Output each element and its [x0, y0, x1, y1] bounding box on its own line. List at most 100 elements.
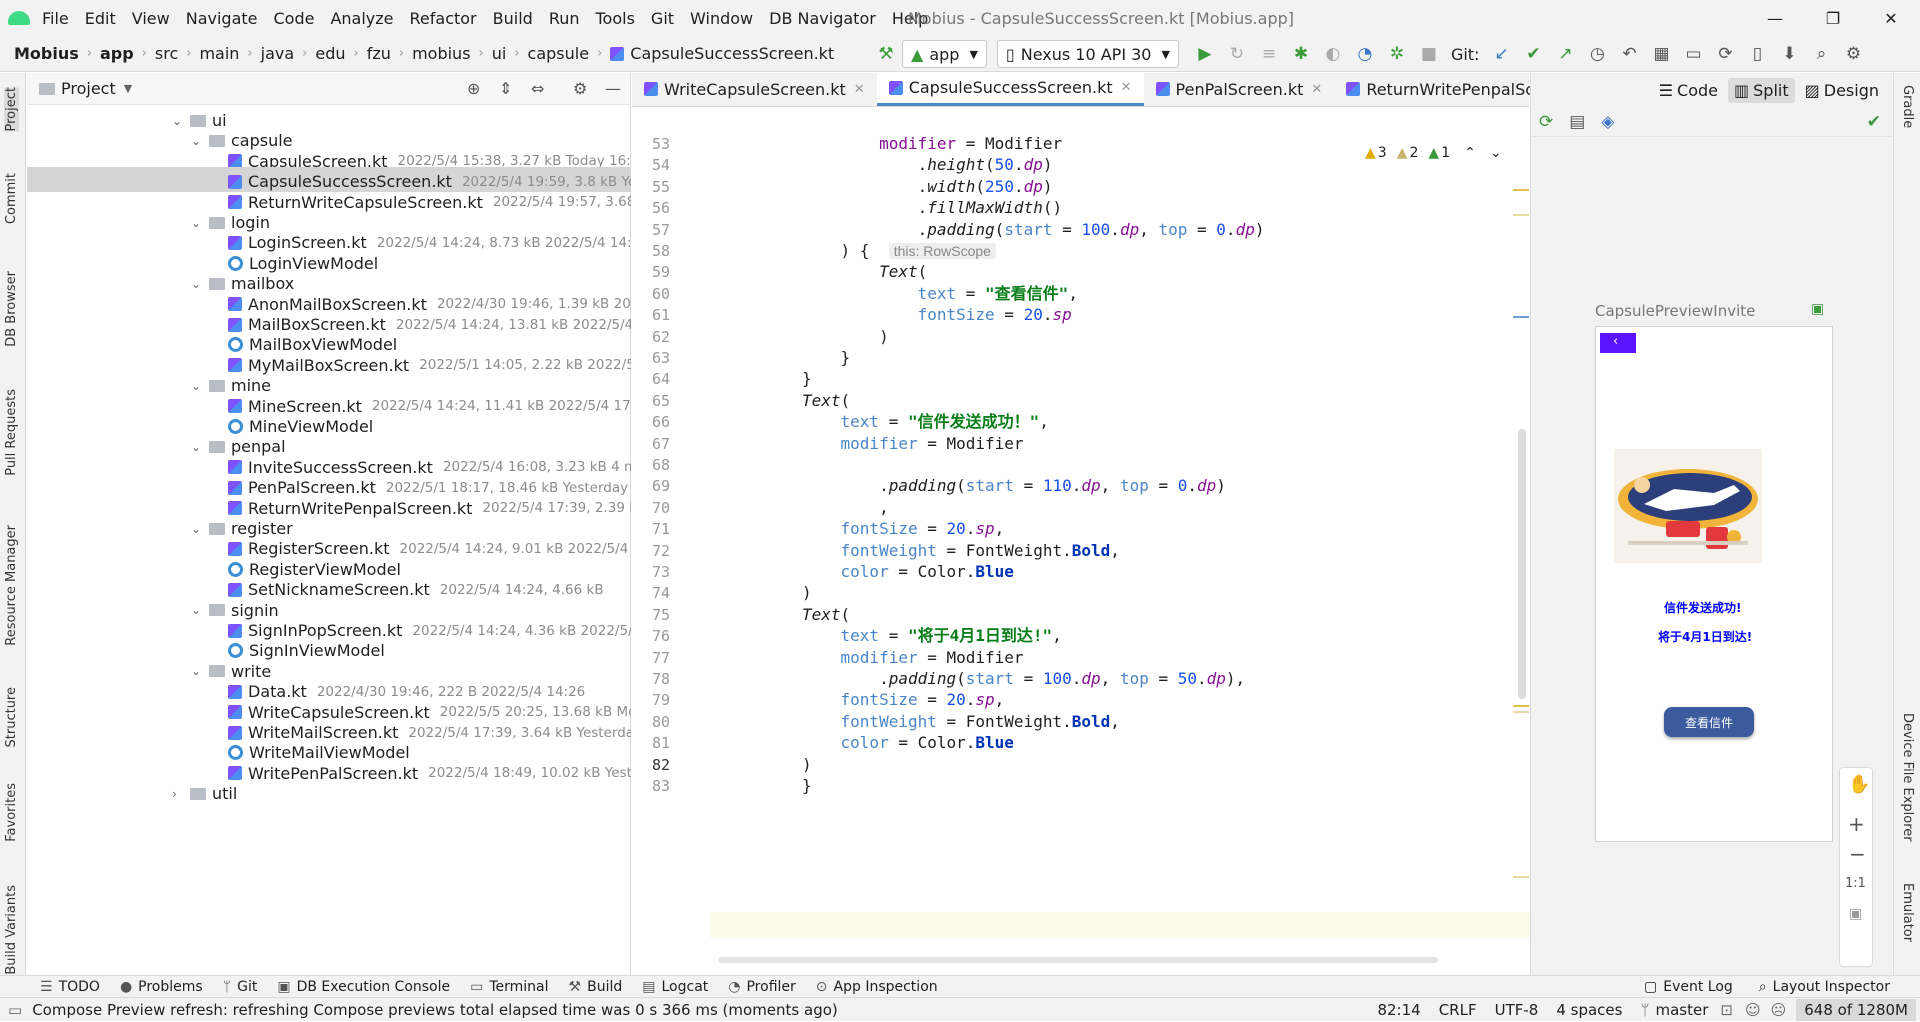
status-message[interactable]: Compose Preview refresh: refreshing Comp…	[32, 1001, 838, 1019]
git-update-icon[interactable]: ↙	[1487, 40, 1515, 68]
breadcrumb-item[interactable]: main	[199, 44, 239, 63]
line-number[interactable]: 68	[632, 456, 670, 474]
menu-window[interactable]: Window	[690, 9, 753, 28]
line-number[interactable]: 76	[632, 627, 670, 645]
tool-favorites[interactable]: Favorites	[4, 783, 19, 842]
line-number[interactable]: 67	[632, 435, 670, 453]
pan-hand-icon[interactable]: ✋	[1848, 774, 1870, 795]
menu-file[interactable]: File	[42, 9, 69, 28]
caret-position[interactable]: 82:14	[1377, 1001, 1420, 1019]
menu-db-navigator[interactable]: DB Navigator	[769, 9, 876, 28]
line-number[interactable]: 62	[632, 328, 670, 346]
layout-inspector-button[interactable]: ⌕ Layout Inspector	[1759, 979, 1890, 995]
sdk-manager-icon[interactable]: ⬇	[1775, 40, 1803, 68]
editor-tab[interactable]: WriteCapsuleScreen.kt ✕	[632, 72, 877, 106]
breadcrumb-item[interactable]: java	[261, 44, 295, 63]
tool-structure[interactable]: Structure	[4, 687, 19, 747]
line-number[interactable]: 55	[632, 178, 670, 196]
line-number[interactable]: 58	[632, 242, 670, 260]
refresh-icon[interactable]: ⟳	[1539, 112, 1553, 132]
file-encoding[interactable]: UTF-8	[1495, 1001, 1539, 1019]
minimize-button[interactable]: —	[1746, 0, 1804, 36]
rollback-icon[interactable]: ↶	[1615, 40, 1643, 68]
settings-icon[interactable]: ⚙	[1839, 40, 1867, 68]
chevron-right-icon[interactable]: ›	[172, 787, 190, 801]
feedback-icon[interactable]: ☹	[1771, 1001, 1787, 1019]
code-line[interactable]: }	[802, 773, 812, 799]
chevron-down-icon[interactable]: ⌄	[191, 522, 209, 536]
tool-git[interactable]: ᛘ Git	[223, 979, 258, 995]
code-line[interactable]: color = Color.Blue	[802, 730, 1014, 756]
error-stripe-mark[interactable]	[1513, 876, 1529, 878]
line-number[interactable]: 57	[632, 221, 670, 239]
menu-edit[interactable]: Edit	[85, 9, 116, 28]
device-select[interactable]: ▯ Nexus 10 API 30 ▼	[996, 40, 1179, 68]
menu-tools[interactable]: Tools	[596, 9, 635, 28]
close-tab-icon[interactable]: ✕	[1121, 80, 1132, 95]
chevron-down-icon[interactable]: ⌄	[191, 664, 209, 678]
horizontal-scrollbar[interactable]	[718, 957, 1438, 963]
zoom-reset-button[interactable]: 1:1	[1845, 876, 1866, 891]
line-number[interactable]: 71	[632, 520, 670, 538]
tool-profiler[interactable]: ◔ Profiler	[728, 979, 796, 995]
breadcrumb-item[interactable]: edu	[315, 44, 345, 63]
chevron-down-icon[interactable]: ⌄	[191, 277, 209, 291]
apply-code-icon[interactable]: ≡	[1255, 40, 1283, 68]
tool-resource-manager[interactable]: Resource Manager	[4, 525, 19, 646]
coverage-icon[interactable]: ◐	[1319, 40, 1347, 68]
tree-file[interactable]: WritePenPalScreen.kt 2022/5/4 18:49, 10.0…	[210, 761, 631, 786]
tool-build[interactable]: ⚒ Build	[569, 979, 623, 995]
chevron-down-icon[interactable]: ⌄	[191, 134, 209, 148]
git-push-icon[interactable]: ↗	[1551, 40, 1579, 68]
tool-device-file-explorer[interactable]: Device File Explorer	[1900, 713, 1915, 842]
menu-run[interactable]: Run	[549, 9, 580, 28]
tool-pull-requests[interactable]: Pull Requests	[4, 389, 19, 476]
inspection-widget[interactable]: ▲ 3 ▲ 2 ▲ 1 ⌃ ⌄	[1365, 145, 1502, 161]
line-number[interactable]: 74	[632, 584, 670, 602]
breadcrumb-item[interactable]: mobius	[412, 44, 470, 63]
line-separator[interactable]: CRLF	[1439, 1001, 1477, 1019]
tree-file[interactable]: ReturnWriteCapsuleScreen.kt 2022/5/4 19:5…	[210, 190, 631, 215]
error-stripe-mark[interactable]	[1513, 316, 1529, 318]
tool-db-browser[interactable]: DB Browser	[4, 271, 19, 347]
locate-icon[interactable]: ⊕	[467, 79, 480, 98]
menu-build[interactable]: Build	[493, 9, 533, 28]
search-icon[interactable]: ⌕	[1807, 40, 1835, 68]
vertical-scrollbar[interactable]	[1518, 429, 1526, 699]
line-number[interactable]: 69	[632, 477, 670, 495]
lock-icon[interactable]: ⊡	[1720, 1001, 1733, 1019]
profile-icon[interactable]: ◔	[1351, 40, 1379, 68]
menu-analyze[interactable]: Analyze	[330, 9, 393, 28]
breadcrumb-item[interactable]: CapsuleSuccessScreen.kt	[630, 44, 834, 63]
line-number[interactable]: 80	[632, 713, 670, 731]
event-log-button[interactable]: ▢ Event Log	[1644, 979, 1733, 995]
git-branch[interactable]: master	[1655, 1001, 1708, 1019]
menu-navigate[interactable]: Navigate	[186, 9, 258, 28]
hammer-icon[interactable]: ⚒	[872, 40, 900, 68]
line-number[interactable]: 77	[632, 649, 670, 667]
indent-setting[interactable]: 4 spaces	[1556, 1001, 1622, 1019]
code-area[interactable]: modifier = Modifier .height(50.dp) .widt…	[710, 135, 1530, 975]
chevron-down-icon[interactable]: ▼	[124, 82, 132, 95]
avd-manager-icon[interactable]: ▭	[1679, 40, 1707, 68]
tool-gradle[interactable]: Gradle	[1900, 85, 1915, 128]
chevron-down-icon[interactable]: ⌄	[191, 216, 209, 230]
tool-commit[interactable]: Commit	[4, 173, 19, 224]
breadcrumb-item[interactable]: src	[155, 44, 178, 63]
menu-git[interactable]: Git	[651, 9, 674, 28]
line-number[interactable]: 83	[632, 777, 670, 795]
chevron-down-icon[interactable]: ⌄	[191, 379, 209, 393]
line-number[interactable]: 79	[632, 691, 670, 709]
run-icon[interactable]: ▶	[1191, 40, 1219, 68]
editor-tab[interactable]: PenPalScreen.kt ✕	[1144, 72, 1335, 106]
device-manager-icon[interactable]: ▯	[1743, 40, 1771, 68]
error-stripe-mark[interactable]	[1513, 711, 1529, 713]
tool-emulator[interactable]: Emulator	[1900, 883, 1915, 942]
close-tab-icon[interactable]: ✕	[854, 82, 865, 97]
sync-gradle-icon[interactable]: ⟳	[1711, 40, 1739, 68]
project-structure-icon[interactable]: ▦	[1647, 40, 1675, 68]
tree-folder[interactable]: › util	[172, 781, 237, 806]
restore-button[interactable]: ❐	[1804, 0, 1862, 36]
breadcrumb-item[interactable]: app	[100, 44, 134, 63]
breadcrumb-item[interactable]: capsule	[528, 44, 590, 63]
